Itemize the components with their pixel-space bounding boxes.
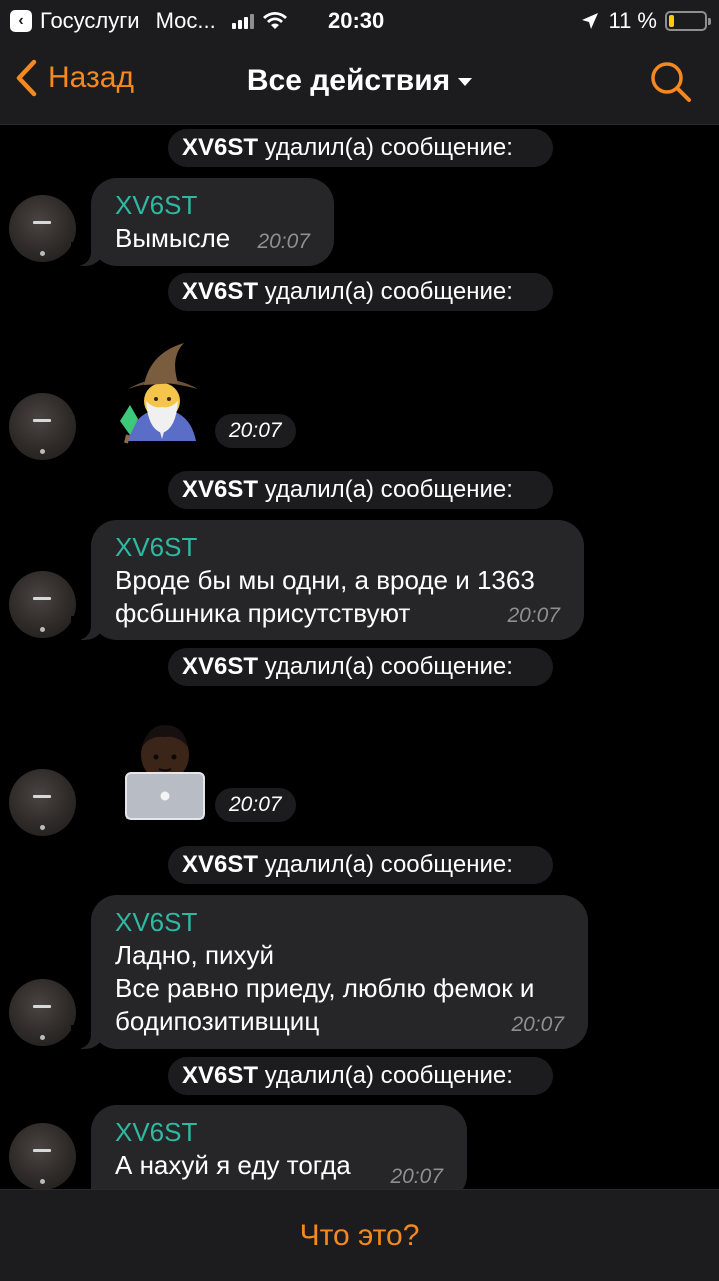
- what-is-this-button[interactable]: Что это?: [300, 1219, 420, 1253]
- deleted-message-event: XV6ST удалил(а) сообщение:: [168, 471, 553, 509]
- deleted-message-event: XV6ST удалил(а) сообщение:: [168, 273, 553, 311]
- event-action: удалил(а) сообщение:: [264, 278, 513, 305]
- sticker-time: 20:07: [215, 414, 296, 448]
- message-sender[interactable]: XV6ST: [115, 188, 310, 222]
- event-user[interactable]: XV6ST: [182, 1062, 258, 1089]
- avatar[interactable]: [9, 571, 76, 638]
- message-bubble[interactable]: XV6ST Ладно, пихуй Все равно приеду, люб…: [71, 895, 588, 1049]
- message-bubble[interactable]: XV6ST Вымысле 20:07: [71, 178, 334, 266]
- message-time: 20:07: [511, 1013, 564, 1036]
- wifi-icon: [262, 12, 287, 29]
- search-icon: [651, 62, 691, 102]
- status-bar-left: ‹ Госуслуги Мос...: [10, 8, 288, 34]
- back-to-app-label[interactable]: Госуслуги: [40, 8, 140, 34]
- event-action: удалил(а) сообщение:: [264, 653, 513, 680]
- carrier-label: Мос...: [155, 8, 216, 33]
- technologist-emoji-sticker[interactable]: [118, 719, 212, 821]
- bottom-bar: Что это?: [0, 1189, 719, 1281]
- message-sender[interactable]: XV6ST: [115, 530, 560, 564]
- message-bubble[interactable]: XV6ST Вроде бы мы одни, а вроде и 1363 ф…: [71, 520, 584, 640]
- page-title-label: Все действия: [246, 64, 451, 97]
- avatar[interactable]: [9, 769, 76, 836]
- navigation-bar: Назад Все действия: [0, 40, 719, 125]
- avatar[interactable]: [9, 979, 76, 1046]
- chat-log[interactable]: XV6ST удалил(а) сообщение: XV6ST Вымысле…: [0, 125, 719, 1189]
- search-button[interactable]: [649, 60, 693, 109]
- status-bar: ‹ Госуслуги Мос... 20:30 11 %: [0, 0, 719, 40]
- message-text-line: фсбшника присутствуют: [115, 598, 411, 628]
- event-user[interactable]: XV6ST: [182, 851, 258, 878]
- avatar[interactable]: [9, 393, 76, 460]
- message-text-line: Все равно приеду, люблю фемок и: [115, 973, 535, 1003]
- event-user[interactable]: XV6ST: [182, 278, 258, 305]
- battery-percent: 11 %: [608, 8, 657, 33]
- event-action: удалил(а) сообщение:: [264, 134, 513, 161]
- deleted-message-event: XV6ST удалил(а) сообщение:: [168, 1057, 553, 1095]
- event-user[interactable]: XV6ST: [182, 653, 258, 680]
- page-title[interactable]: Все действия: [0, 64, 719, 98]
- event-action: удалил(а) сообщение:: [264, 851, 513, 878]
- sticker-time: 20:07: [215, 788, 296, 822]
- message-time: 20:07: [507, 604, 560, 627]
- message-text-line: бодипозитивщиц: [115, 1006, 320, 1036]
- wizard-emoji-sticker[interactable]: [114, 339, 210, 445]
- deleted-message-event: XV6ST удалил(а) сообщение:: [168, 648, 553, 686]
- event-user[interactable]: XV6ST: [182, 476, 258, 503]
- back-to-app-icon[interactable]: ‹: [10, 10, 32, 32]
- clock: 20:30: [328, 8, 385, 33]
- avatar[interactable]: [9, 1123, 76, 1189]
- battery-icon: [665, 11, 711, 31]
- message-text-line: Ладно, пихуй: [115, 940, 275, 970]
- location-arrow-icon: [582, 13, 599, 29]
- message-sender[interactable]: XV6ST: [115, 1115, 443, 1149]
- deleted-message-event: XV6ST удалил(а) сообщение:: [168, 846, 553, 884]
- avatar[interactable]: [9, 195, 76, 262]
- event-action: удалил(а) сообщение:: [264, 1062, 513, 1089]
- deleted-message-event: XV6ST удалил(а) сообщение:: [168, 129, 553, 167]
- event-action: удалил(а) сообщение:: [264, 476, 513, 503]
- message-time: 20:07: [257, 230, 310, 253]
- message-time: 20:07: [390, 1165, 443, 1188]
- message-sender[interactable]: XV6ST: [115, 905, 564, 939]
- cellular-signal-icon: [231, 13, 254, 29]
- status-bar-right: 11 %: [580, 8, 711, 34]
- event-user[interactable]: XV6ST: [182, 134, 258, 161]
- message-bubble[interactable]: XV6ST А нахуй я еду тогда 20:07: [71, 1105, 467, 1189]
- caret-down-icon: [458, 78, 473, 87]
- message-text-line: Вроде бы мы одни, а вроде и 1363: [115, 565, 535, 595]
